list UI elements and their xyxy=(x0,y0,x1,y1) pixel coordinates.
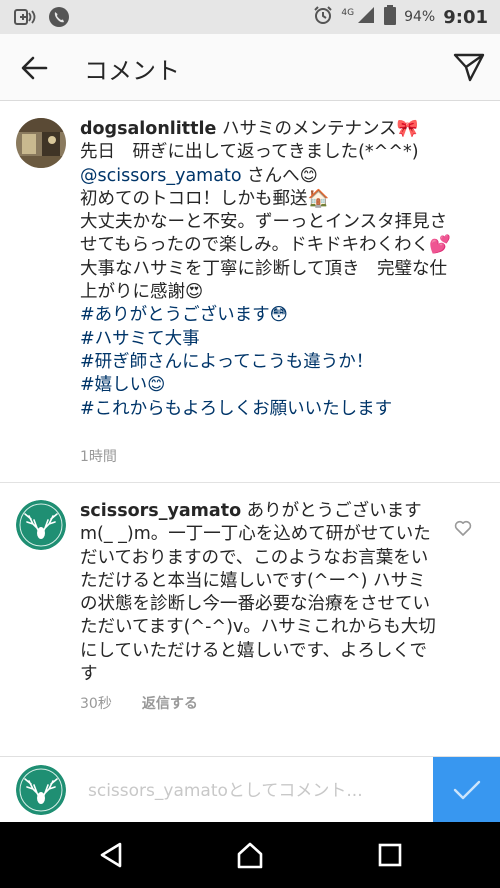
like-button[interactable] xyxy=(454,519,472,537)
nfc-icon xyxy=(14,7,36,31)
triangle-back-icon xyxy=(100,842,122,868)
checkmark-icon xyxy=(453,780,480,800)
reply-button[interactable]: 返信する xyxy=(142,693,198,713)
avatar[interactable] xyxy=(16,500,66,550)
comment-line: さんへ😊 xyxy=(241,165,318,186)
comment-line: 大事なハサミを丁寧に診断して頂き 完璧な仕上がりに感謝😍 xyxy=(80,258,447,303)
comment-text: scissors_yamato ありがとうございますm(_ _)m。一丁一丁心を… xyxy=(80,500,442,686)
avatar[interactable] xyxy=(16,118,66,168)
hashtag-link[interactable]: #ハサミて大事 xyxy=(80,328,460,351)
comment-line: 大丈夫かなーと不安。ずーっとインスタ拝見させてもらったので楽しみ。ドキドキわくわ… xyxy=(80,212,451,256)
comment-username[interactable]: dogsalonlittle xyxy=(80,119,216,139)
comment-timestamp: 1時間 xyxy=(80,449,117,465)
nav-back-button[interactable] xyxy=(96,840,126,870)
page-title: コメント xyxy=(84,57,180,85)
arrow-left-icon xyxy=(21,56,48,80)
comment-line: 先日 研ぎに出して返ってきました(*^^*) xyxy=(80,142,419,163)
deer-logo-avatar xyxy=(16,500,66,550)
deer-logo-avatar xyxy=(16,765,66,815)
alarm-icon xyxy=(313,5,333,29)
hashtag-link[interactable]: #ありがとうございます😳 xyxy=(80,304,460,327)
hashtag-link[interactable]: #嬉しい😊 xyxy=(80,374,460,397)
status-bar: 4G 94% 9:01 xyxy=(0,0,500,34)
nav-home-button[interactable] xyxy=(235,840,265,870)
square-recents-icon xyxy=(378,843,402,867)
mention-link[interactable]: @scissors_yamato xyxy=(80,166,242,186)
signal-icon xyxy=(356,5,376,29)
clock: 9:01 xyxy=(443,6,488,28)
comment-username[interactable]: scissors_yamato xyxy=(80,501,241,521)
comment-line: 初めてのトコロ！しかも郵送🏠 xyxy=(80,188,330,209)
comment-line: ありがとうございますm(_ _)m。一丁一丁心を込めて研がせていただいております… xyxy=(80,501,436,685)
network-type: 4G xyxy=(341,8,355,18)
comment-item: dogsalonlittle ハサミのメンテナンス🎀 先日 研ぎに出して返ってき… xyxy=(0,100,500,476)
comment-input[interactable] xyxy=(86,775,420,807)
battery-icon xyxy=(384,5,397,29)
battery-percent: 94% xyxy=(404,9,436,25)
comment-text: dogsalonlittle ハサミのメンテナンス🎀 先日 研ぎに出して返ってき… xyxy=(80,118,460,421)
comment-item: scissors_yamato ありがとうございますm(_ _)m。一丁一丁心を… xyxy=(0,483,500,753)
system-nav-bar xyxy=(0,822,500,888)
phone-icon xyxy=(48,6,70,32)
back-button[interactable] xyxy=(18,52,50,84)
hashtag-link[interactable]: #研ぎ師さんによってこうも違うか！ xyxy=(80,351,460,374)
salon-photo-avatar xyxy=(16,118,66,168)
paper-plane-icon xyxy=(453,53,485,82)
comment-line: ハサミのメンテナンス🎀 xyxy=(216,119,419,139)
heart-icon xyxy=(454,520,472,536)
direct-share-button[interactable] xyxy=(452,50,486,84)
comment-input-bar xyxy=(0,756,500,823)
comment-meta: 1時間 xyxy=(80,446,117,466)
nav-recents-button[interactable] xyxy=(375,840,405,870)
comment-meta: 30秒 返信する xyxy=(80,693,198,713)
app-bar: コメント xyxy=(0,34,500,101)
hashtag-link[interactable]: #これからもよろしくお願いいたします xyxy=(80,398,460,421)
home-icon xyxy=(237,842,263,869)
comment-timestamp: 30秒 xyxy=(80,696,112,712)
post-comment-button[interactable] xyxy=(433,757,500,823)
avatar xyxy=(16,765,66,815)
